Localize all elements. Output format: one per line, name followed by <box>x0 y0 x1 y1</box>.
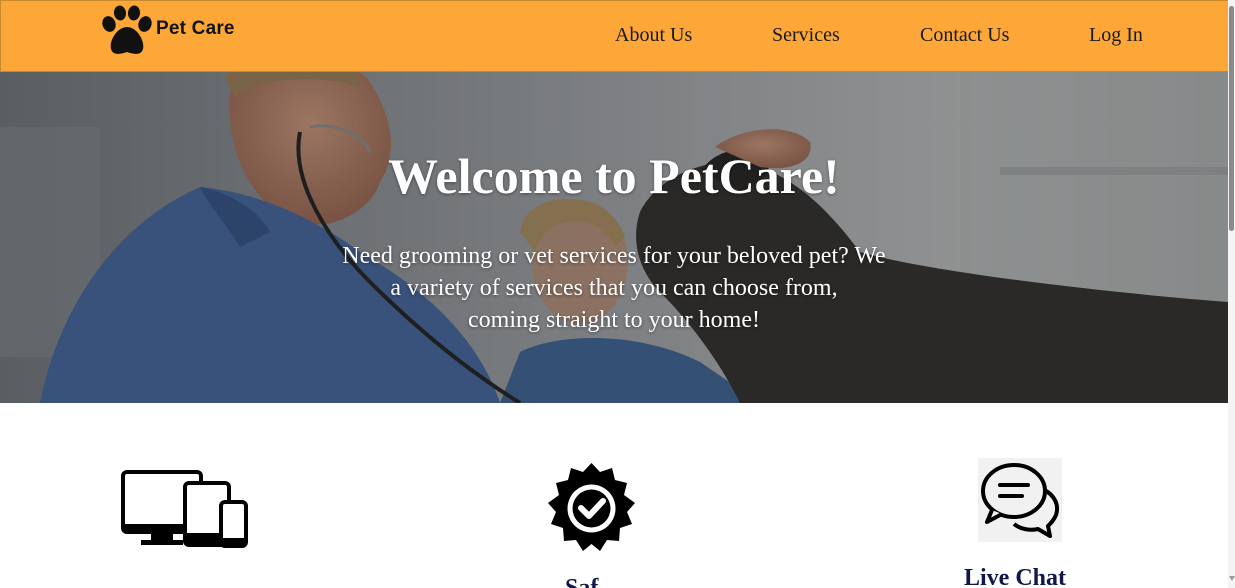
chat-bubbles-icon <box>981 463 1059 538</box>
hero-text-line-2: a variety of services that you can choos… <box>390 275 838 301</box>
features-section: Saf Live Chat <box>0 403 1228 588</box>
feature-label-safe: Saf <box>565 575 599 588</box>
hero-title: Welcome to PetCare! <box>388 148 840 204</box>
scroll-down-arrow-icon[interactable] <box>1229 576 1235 581</box>
hero-banner: Welcome to PetCare! Need grooming or vet… <box>0 72 1228 403</box>
hero-text-line-1: Need grooming or vet services for your b… <box>342 243 886 269</box>
nav-contact-us[interactable]: Contact Us <box>920 24 1009 47</box>
paw-icon <box>102 5 152 54</box>
nav-about-us[interactable]: About Us <box>615 24 692 47</box>
hero-text-line-3: coming straight to your home! <box>468 307 760 333</box>
brand-name: Pet Care <box>156 18 235 39</box>
verified-badge-icon <box>548 463 635 551</box>
page-scrollbar[interactable] <box>1228 0 1235 588</box>
nav-log-in[interactable]: Log In <box>1089 24 1143 47</box>
hero-description: Need grooming or vet services for your b… <box>300 240 928 336</box>
devices-icon <box>121 470 248 548</box>
scrollbar-thumb[interactable] <box>1229 6 1234 231</box>
feature-label-live-chat: Live Chat <box>964 565 1066 588</box>
hero-background-image <box>0 72 1228 403</box>
nav-services[interactable]: Services <box>772 24 840 47</box>
top-navbar: Pet Care About Us Services Contact Us Lo… <box>0 0 1228 72</box>
brand-logo[interactable]: Pet Care <box>100 5 235 57</box>
